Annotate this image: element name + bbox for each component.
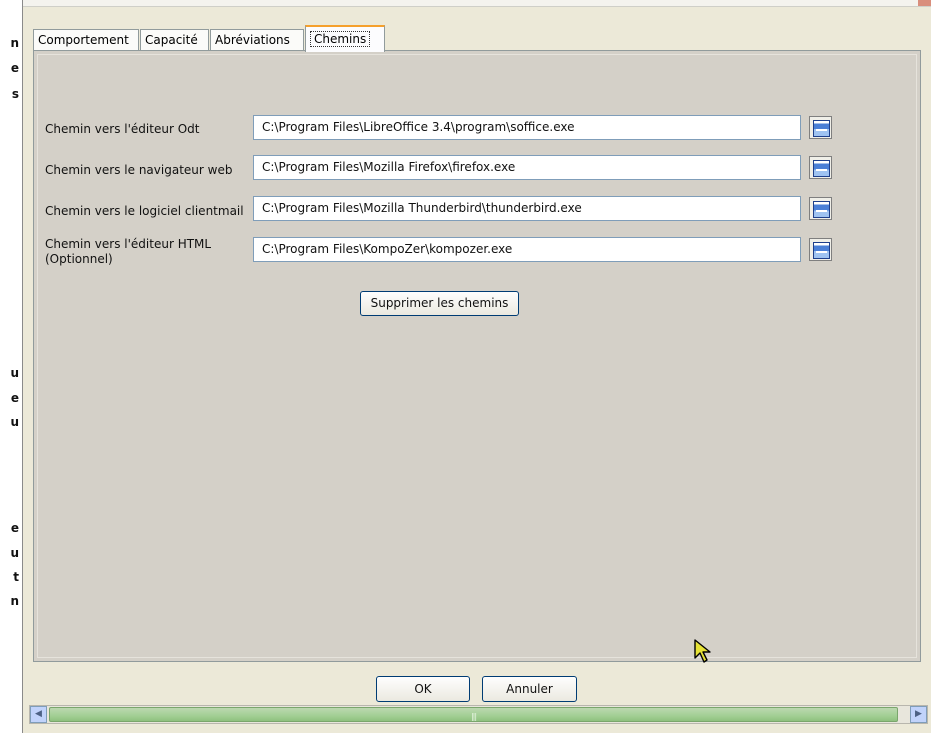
browse-folder-icon bbox=[813, 201, 830, 218]
clear-paths-button[interactable]: Supprimer les chemins bbox=[360, 291, 519, 316]
mail-client-path-input[interactable]: C:\Program Files\Mozilla Thunderbird\thu… bbox=[253, 196, 801, 221]
html-editor-browse-button[interactable] bbox=[809, 238, 832, 261]
tab-label: Chemins bbox=[310, 31, 371, 47]
horizontal-scrollbar[interactable]: ◀ ||| ▶ bbox=[29, 705, 928, 724]
bg-text-fragment: e bbox=[10, 521, 19, 535]
web-browser-path-input[interactable]: C:\Program Files\Mozilla Firefox\firefox… bbox=[253, 155, 801, 180]
bg-text-fragment: e bbox=[10, 61, 19, 75]
scroll-left-arrow-icon[interactable]: ◀ bbox=[30, 706, 47, 723]
tab-label: Comportement bbox=[38, 33, 129, 47]
browse-folder-icon bbox=[813, 242, 830, 259]
scrollbar-thumb[interactable]: ||| bbox=[49, 707, 898, 722]
browse-folder-icon bbox=[813, 120, 830, 137]
html-editor-path-input[interactable]: C:\Program Files\KompoZer\kompozer.exe bbox=[253, 237, 801, 262]
bg-text-fragment: u bbox=[10, 546, 19, 560]
mail-client-browse-button[interactable] bbox=[809, 197, 832, 220]
odt-editor-browse-button[interactable] bbox=[809, 116, 832, 139]
tab-capacite[interactable]: Capacité bbox=[140, 29, 209, 51]
bg-text-fragment: n bbox=[10, 36, 19, 50]
browse-folder-icon bbox=[813, 160, 830, 177]
chemins-panel-inner: Chemin vers l'éditeur Odt C:\Program Fil… bbox=[37, 54, 917, 663]
background-document-strip: n e s u e u e u t n bbox=[0, 0, 22, 733]
html-editor-label: Chemin vers l'éditeur HTML (Optionnel) bbox=[45, 237, 212, 266]
tab-abreviations[interactable]: Abréviations bbox=[210, 29, 304, 51]
close-button-edge[interactable] bbox=[918, 0, 931, 6]
bg-text-fragment: e bbox=[10, 391, 19, 405]
tab-label: Abréviations bbox=[215, 33, 290, 47]
chemins-panel: Chemin vers l'éditeur Odt C:\Program Fil… bbox=[33, 50, 921, 663]
odt-editor-label: Chemin vers l'éditeur Odt bbox=[45, 122, 200, 136]
mail-client-label: Chemin vers le logiciel clientmail bbox=[45, 204, 244, 218]
web-browser-label: Chemin vers le navigateur web bbox=[45, 163, 233, 177]
tab-chemins[interactable]: Chemins bbox=[305, 25, 385, 52]
bg-text-fragment: t bbox=[13, 570, 19, 584]
bg-text-fragment: u bbox=[10, 415, 19, 429]
scroll-right-arrow-icon[interactable]: ▶ bbox=[910, 706, 927, 723]
tab-comportement[interactable]: Comportement bbox=[33, 29, 139, 51]
bg-text-fragment: n bbox=[10, 594, 19, 608]
web-browser-browse-button[interactable] bbox=[809, 156, 832, 179]
bg-text-fragment: u bbox=[10, 366, 19, 380]
dialog-title-edge bbox=[23, 0, 931, 7]
ok-button[interactable]: OK bbox=[376, 676, 470, 702]
bg-text-fragment: s bbox=[11, 87, 19, 101]
scrollbar-grip: ||| bbox=[470, 712, 477, 721]
mouse-cursor-icon bbox=[694, 639, 711, 663]
cancel-button[interactable]: Annuler bbox=[482, 676, 577, 702]
tab-label: Capacité bbox=[145, 33, 198, 47]
odt-editor-path-input[interactable]: C:\Program Files\LibreOffice 3.4\program… bbox=[253, 115, 801, 140]
preferences-dialog: Comportement Capacité Abréviations Chemi… bbox=[22, 0, 931, 733]
